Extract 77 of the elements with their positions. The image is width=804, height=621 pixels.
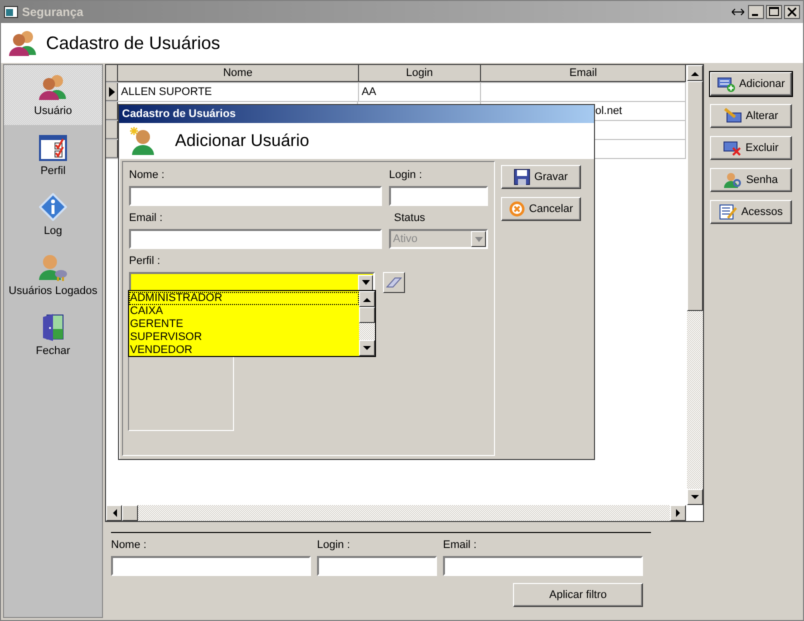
access-list-icon	[719, 204, 738, 220]
access-button[interactable]: Acessos	[710, 200, 792, 224]
info-icon	[39, 193, 67, 221]
scroll-thumb[interactable]	[122, 505, 138, 521]
user-key-icon	[724, 172, 742, 188]
field-label: Login :	[389, 168, 424, 183]
door-icon	[41, 313, 65, 341]
row-indicator[interactable]	[106, 83, 118, 101]
users-icon	[38, 73, 68, 101]
window-icon	[4, 6, 18, 18]
field-label: Login :	[317, 538, 352, 553]
field-label: Nome :	[129, 168, 166, 183]
dialog-title: Cadastro de Usuários	[119, 105, 594, 123]
eraser-icon	[386, 276, 402, 290]
scroll-thumb[interactable]	[687, 81, 703, 311]
scroll-up-icon	[691, 70, 699, 76]
name-filter-field[interactable]	[111, 556, 311, 576]
field-label: Email :	[129, 211, 164, 226]
email-field[interactable]	[129, 229, 382, 249]
sidebar-item[interactable]: Usuários Logados	[4, 245, 102, 305]
dialog-heading: Adicionar Usuário	[175, 131, 310, 151]
login-filter-field[interactable]	[317, 556, 437, 576]
row-indicator[interactable]	[106, 140, 118, 158]
sidebar-item[interactable]: Fechar	[4, 305, 102, 365]
column-header[interactable]: Email	[481, 65, 686, 82]
sidebar-item[interactable]: Log	[4, 185, 102, 245]
field-label: Perfil :	[129, 254, 162, 269]
scroll-down-icon	[363, 346, 371, 350]
cancel-icon	[508, 201, 525, 217]
edit-button[interactable]: Alterar	[710, 104, 792, 128]
scroll-left-icon	[112, 509, 116, 517]
clear-button[interactable]	[383, 272, 405, 293]
current-row-icon	[108, 86, 114, 96]
column-header[interactable]: Login	[358, 65, 482, 82]
dropdown-option[interactable]: GERENTE	[129, 318, 359, 331]
delete-record-icon	[723, 140, 742, 156]
maximize-button[interactable]	[766, 5, 782, 19]
floppy-icon	[514, 169, 530, 185]
edit-record-icon	[724, 108, 742, 124]
user-plug-icon	[38, 253, 68, 281]
dropdown-option[interactable]: SUPERVISOR	[129, 331, 359, 344]
caret-icon	[362, 280, 370, 285]
window-title: Segurança	[22, 5, 84, 19]
checklist-icon	[39, 133, 67, 161]
row-indicator[interactable]	[106, 102, 118, 120]
field-label: Email :	[443, 538, 478, 553]
new-user-icon	[129, 127, 155, 155]
table-cell: AA	[358, 83, 482, 101]
dropdown-option[interactable]: CAIXA	[129, 305, 359, 318]
dropdown-option[interactable]: ADMINISTRADOR	[129, 292, 359, 305]
dropdown-option[interactable]: VENDEDOR	[129, 344, 359, 357]
scroll-right-icon	[676, 509, 680, 517]
sidebar-item[interactable]: Usuário	[4, 65, 102, 125]
field-label: Status	[393, 211, 426, 226]
sidebar-item[interactable]: Perfil	[4, 125, 102, 185]
caret-icon	[474, 236, 482, 242]
table-cell: ALLEN SUPORTE	[118, 83, 359, 101]
apply-filter-button[interactable]: Aplicar filtro	[513, 583, 643, 607]
password-button[interactable]: Senha	[710, 168, 792, 192]
users-icon	[8, 29, 38, 57]
cancel-button[interactable]: Cancelar	[501, 197, 581, 221]
delete-button[interactable]: Excluir	[710, 136, 792, 160]
row-indicator[interactable]	[106, 121, 118, 139]
scroll-down-icon	[691, 494, 699, 500]
login-field[interactable]	[389, 186, 488, 206]
email-filter-field[interactable]	[443, 556, 643, 576]
scroll-thumb[interactable]	[359, 307, 375, 323]
add-record-icon	[717, 76, 736, 92]
column-header[interactable]: Nome	[118, 65, 359, 82]
name-field[interactable]	[129, 186, 382, 206]
close-button[interactable]	[784, 5, 800, 19]
page-title: Cadastro de Usuários	[46, 32, 220, 54]
save-button[interactable]: Gravar	[501, 165, 581, 189]
scroll-up-icon	[363, 296, 371, 302]
minimize-button[interactable]	[748, 5, 764, 19]
add-button[interactable]: Adicionar	[710, 72, 792, 96]
field-label: Nome :	[111, 538, 148, 553]
